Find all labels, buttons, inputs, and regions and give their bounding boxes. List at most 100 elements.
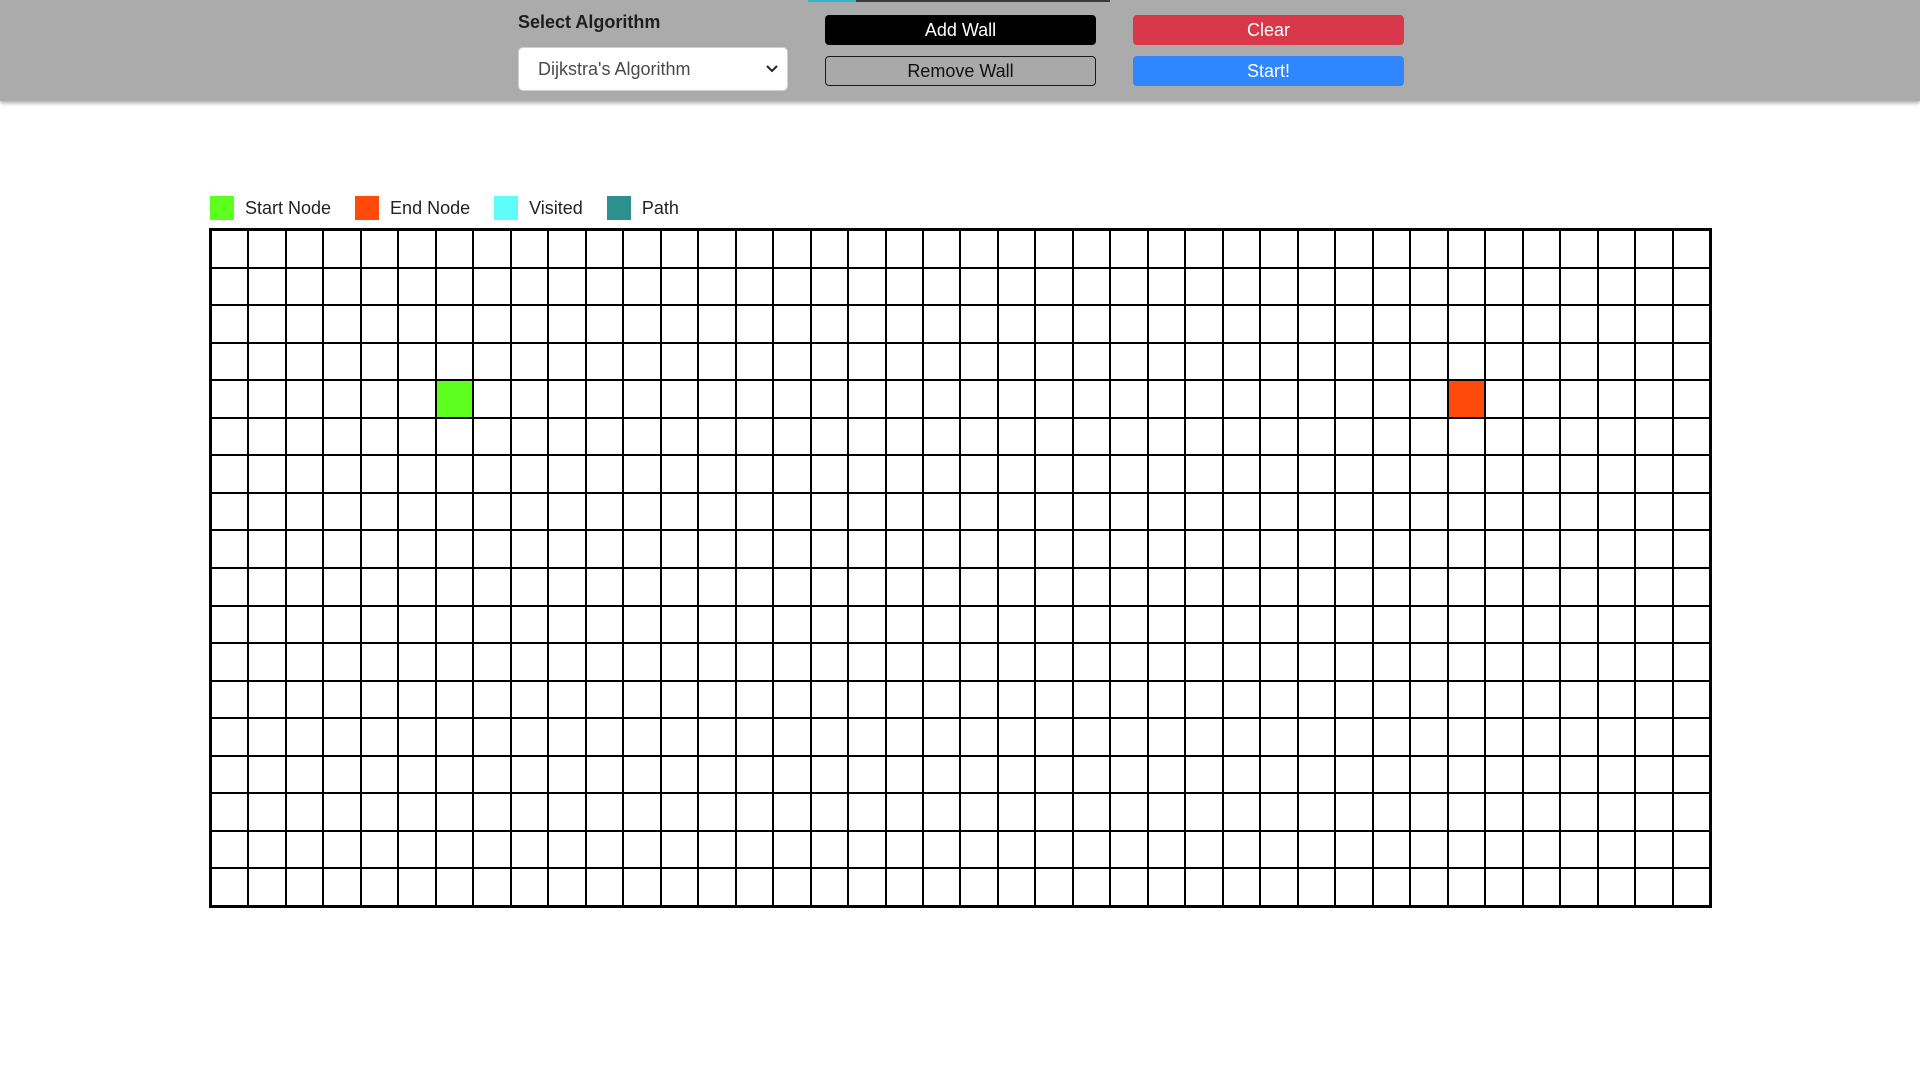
grid-cell[interactable] bbox=[361, 381, 398, 417]
grid-cell[interactable] bbox=[549, 531, 585, 567]
grid-cell[interactable] bbox=[661, 268, 698, 305]
grid-cell[interactable] bbox=[399, 268, 435, 305]
grid-cell[interactable] bbox=[1523, 531, 1560, 567]
grid-cell[interactable] bbox=[286, 231, 323, 267]
grid-cell[interactable] bbox=[1636, 756, 1672, 793]
grid-cell[interactable] bbox=[736, 719, 773, 755]
grid-cell[interactable] bbox=[1336, 456, 1372, 492]
grid-cell[interactable] bbox=[1073, 343, 1110, 380]
grid-cell[interactable] bbox=[511, 794, 548, 830]
grid-cell[interactable] bbox=[811, 381, 848, 417]
grid-cell[interactable] bbox=[549, 644, 585, 680]
grid-cell[interactable] bbox=[212, 306, 248, 342]
grid-cell[interactable] bbox=[511, 756, 548, 793]
grid-cell[interactable] bbox=[361, 681, 398, 718]
grid-cell[interactable] bbox=[436, 794, 473, 830]
grid-cell[interactable] bbox=[736, 756, 773, 793]
grid-cell[interactable] bbox=[586, 493, 623, 530]
grid-cell[interactable] bbox=[1673, 681, 1709, 718]
grid-cell[interactable] bbox=[811, 606, 848, 643]
grid-cell[interactable] bbox=[736, 306, 773, 342]
grid-cell[interactable] bbox=[849, 569, 885, 605]
grid-cell[interactable] bbox=[1036, 493, 1072, 530]
grid-cell[interactable] bbox=[1523, 231, 1560, 267]
grid-cell[interactable] bbox=[774, 644, 810, 680]
grid-cell[interactable] bbox=[774, 869, 810, 905]
grid-cell[interactable] bbox=[1373, 719, 1410, 755]
grid-cell[interactable] bbox=[998, 569, 1035, 605]
grid-cell[interactable] bbox=[1561, 306, 1597, 342]
grid-cell[interactable] bbox=[849, 493, 885, 530]
grid-cell[interactable] bbox=[624, 493, 660, 530]
grid-cell[interactable] bbox=[1223, 681, 1260, 718]
grid-cell[interactable] bbox=[624, 569, 660, 605]
grid-cell[interactable] bbox=[249, 794, 285, 830]
grid-cell[interactable] bbox=[399, 569, 435, 605]
grid-cell[interactable] bbox=[1036, 381, 1072, 417]
grid-cell[interactable] bbox=[1186, 493, 1222, 530]
grid-cell[interactable] bbox=[1186, 456, 1222, 492]
grid-cell[interactable] bbox=[474, 756, 510, 793]
grid-cell[interactable] bbox=[249, 756, 285, 793]
grid-cell[interactable] bbox=[1148, 756, 1185, 793]
grid-cell[interactable] bbox=[699, 381, 735, 417]
grid-cell[interactable] bbox=[586, 794, 623, 830]
grid-cell[interactable] bbox=[1298, 306, 1335, 342]
grid-cell[interactable] bbox=[1336, 569, 1372, 605]
grid-cell[interactable] bbox=[886, 231, 923, 267]
grid-cell[interactable] bbox=[399, 381, 435, 417]
grid-cell[interactable] bbox=[1336, 306, 1372, 342]
grid-cell[interactable] bbox=[1448, 719, 1485, 755]
grid-cell[interactable] bbox=[1261, 343, 1297, 380]
grid-cell[interactable] bbox=[1523, 418, 1560, 455]
grid-cell[interactable] bbox=[961, 756, 997, 793]
grid-cell[interactable] bbox=[474, 456, 510, 492]
grid-cell[interactable] bbox=[1148, 531, 1185, 567]
grid-cell[interactable] bbox=[286, 756, 323, 793]
grid-cell[interactable] bbox=[1486, 719, 1522, 755]
grid-cell[interactable] bbox=[324, 418, 360, 455]
grid-cell[interactable] bbox=[586, 719, 623, 755]
grid-cell[interactable] bbox=[1223, 306, 1260, 342]
grid-cell[interactable] bbox=[361, 794, 398, 830]
grid-cell[interactable] bbox=[1373, 456, 1410, 492]
grid-cell[interactable] bbox=[1598, 493, 1635, 530]
grid-cell[interactable] bbox=[361, 306, 398, 342]
grid-cell[interactable] bbox=[212, 381, 248, 417]
grid-cell[interactable] bbox=[961, 569, 997, 605]
grid-cell[interactable] bbox=[549, 569, 585, 605]
grid-cell[interactable] bbox=[1298, 456, 1335, 492]
grid-cell[interactable] bbox=[886, 381, 923, 417]
grid-cell[interactable] bbox=[1186, 569, 1222, 605]
grid-cell[interactable] bbox=[1598, 831, 1635, 868]
grid-cell[interactable] bbox=[849, 869, 885, 905]
grid-cell[interactable] bbox=[1261, 794, 1297, 830]
grid-cell[interactable] bbox=[774, 794, 810, 830]
grid-cell[interactable] bbox=[998, 343, 1035, 380]
grid-cell[interactable] bbox=[961, 268, 997, 305]
grid-cell[interactable] bbox=[1486, 268, 1522, 305]
grid-cell[interactable] bbox=[661, 381, 698, 417]
grid-cell[interactable] bbox=[1036, 456, 1072, 492]
grid-cell[interactable] bbox=[249, 231, 285, 267]
grid-cell[interactable] bbox=[774, 493, 810, 530]
grid-cell[interactable] bbox=[474, 681, 510, 718]
grid-cell[interactable] bbox=[1073, 644, 1110, 680]
grid-cell[interactable] bbox=[1336, 831, 1372, 868]
grid-cell[interactable] bbox=[661, 719, 698, 755]
grid-cell[interactable] bbox=[1298, 493, 1335, 530]
grid-cell[interactable] bbox=[1298, 381, 1335, 417]
grid-cell[interactable] bbox=[1636, 794, 1672, 830]
grid-cell[interactable] bbox=[661, 794, 698, 830]
grid-cell[interactable] bbox=[624, 381, 660, 417]
grid-cell[interactable] bbox=[286, 493, 323, 530]
grid-cell[interactable] bbox=[1223, 569, 1260, 605]
grid-cell[interactable] bbox=[361, 606, 398, 643]
grid-cell[interactable] bbox=[474, 719, 510, 755]
grid-cell[interactable] bbox=[586, 231, 623, 267]
grid-cell[interactable] bbox=[1598, 569, 1635, 605]
grid-cell[interactable] bbox=[1073, 869, 1110, 905]
grid-cell[interactable] bbox=[736, 268, 773, 305]
grid-cell[interactable] bbox=[1448, 418, 1485, 455]
grid-cell[interactable] bbox=[661, 681, 698, 718]
